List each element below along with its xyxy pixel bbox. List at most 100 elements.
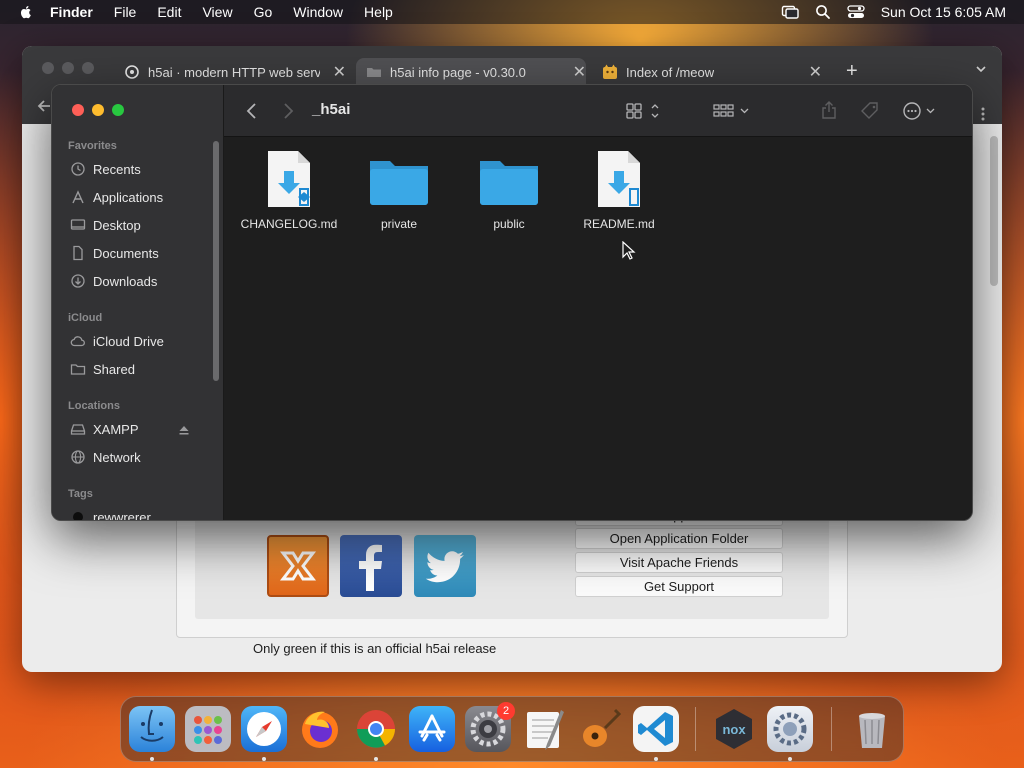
control-center-icon[interactable] (847, 4, 865, 20)
dock-running-indicator (654, 757, 658, 761)
group-by-icon[interactable] (713, 103, 751, 119)
browser-tab-h5ai-home[interactable]: h5ai · modern HTTP web serv ✕ (124, 58, 346, 86)
icon-view-grid-icon[interactable] (626, 103, 660, 119)
tab-close-icon[interactable]: ✕ (809, 62, 822, 82)
dock-vscode[interactable] (633, 706, 679, 752)
sidebar-item-shared[interactable]: Shared (70, 358, 135, 380)
dock-garageband[interactable] (577, 706, 623, 752)
file-item-changelog[interactable]: CHANGELOG.md (234, 149, 344, 231)
sidebar-item-label: Applications (93, 189, 164, 205)
sidebar-item-recents[interactable]: Recents (70, 158, 141, 180)
sidebar-item-desktop[interactable]: Desktop (70, 214, 141, 236)
get-support-button[interactable]: Get Support (575, 576, 783, 597)
menu-go[interactable]: Go (254, 0, 273, 24)
sidebar-scrollbar[interactable] (213, 141, 219, 381)
menu-clock[interactable]: Sun Oct 15 6:05 AM (881, 4, 1006, 20)
twitter-link[interactable] (414, 535, 476, 597)
tag-dot-icon (73, 512, 83, 520)
app-store-icon (418, 714, 446, 742)
apple-icon[interactable] (18, 4, 34, 20)
dock-app-store[interactable] (409, 706, 455, 752)
sidebar-item-downloads[interactable]: Downloads (70, 270, 157, 292)
desktop-icon (70, 219, 86, 230)
menu-app-name[interactable]: Finder (50, 0, 93, 24)
guitar-icon (583, 708, 622, 747)
drive-icon (70, 424, 86, 435)
forward-chevron-icon[interactable] (280, 101, 296, 121)
sidebar-item-label: Recents (93, 161, 141, 177)
sidebar-item-tag[interactable]: rewwrerer (70, 506, 151, 520)
folder-icon (370, 161, 428, 205)
file-item-readme[interactable]: README.md (564, 149, 674, 231)
file-item-private[interactable]: private (344, 149, 454, 231)
menu-edit[interactable]: Edit (157, 0, 181, 24)
eject-icon[interactable] (178, 424, 190, 436)
dock-trash[interactable] (849, 706, 895, 752)
open-application-folder-button[interactable]: Open Application Folder (575, 528, 783, 549)
dock-separator (695, 707, 696, 751)
menu-file[interactable]: File (114, 0, 137, 24)
sidebar-item-network[interactable]: Network (70, 446, 141, 468)
facebook-icon (359, 544, 382, 591)
browser-minimize-button[interactable] (62, 62, 74, 74)
tab-close-icon[interactable]: ✕ (333, 62, 346, 82)
sidebar-item-applications[interactable]: Applications (70, 186, 163, 208)
browser-zoom-button[interactable] (82, 62, 94, 74)
sidebar-item-label: XAMPP (93, 421, 139, 437)
facebook-link[interactable] (340, 535, 402, 597)
dock-nox[interactable]: nox (711, 706, 757, 752)
screen-mirroring-icon[interactable] (781, 4, 799, 20)
browser-menu-icon[interactable] (980, 106, 986, 122)
file-item-public[interactable]: public (454, 149, 564, 231)
new-tab-button[interactable]: + (846, 60, 858, 83)
browser-tab-index-meow[interactable]: Index of /meow ✕ (602, 58, 822, 86)
dock-settings[interactable] (767, 706, 813, 752)
finder-minimize-button[interactable] (92, 104, 104, 116)
tag-icon[interactable] (860, 101, 880, 121)
finder-zoom-button[interactable] (112, 104, 124, 116)
browser-back-icon[interactable] (36, 98, 52, 114)
dock-running-indicator (150, 757, 154, 761)
dock-launchpad[interactable] (185, 706, 231, 752)
dock-safari[interactable] (241, 706, 287, 752)
sidebar-item-documents[interactable]: Documents (70, 242, 159, 264)
menu-help[interactable]: Help (364, 0, 393, 24)
spotlight-search-icon[interactable] (815, 4, 831, 20)
dock-textedit[interactable] (521, 706, 567, 752)
finder-toolbar: _h5ai (224, 85, 972, 137)
dock-running-indicator (374, 757, 378, 761)
visit-apache-friends-button[interactable]: Visit Apache Friends (575, 552, 783, 573)
tab-list-chevron-icon[interactable] (974, 62, 988, 76)
sidebar-item-xampp[interactable]: XAMPP (70, 418, 139, 440)
vscode-icon (638, 712, 673, 746)
browser-close-button[interactable] (42, 62, 54, 74)
menu-view[interactable]: View (202, 0, 232, 24)
globe-icon (71, 450, 85, 464)
back-chevron-icon[interactable] (244, 101, 260, 121)
file-name: public (493, 217, 525, 231)
dock-system-preferences[interactable]: 2 (465, 702, 515, 752)
markdown-file-icon (268, 151, 310, 207)
share-icon[interactable] (821, 100, 837, 120)
dock: 2 nox (120, 696, 904, 762)
dock-firefox[interactable] (297, 706, 343, 752)
sidebar-item-icloud-drive[interactable]: iCloud Drive (70, 330, 164, 352)
dock-chrome[interactable] (353, 706, 399, 752)
finder-window-controls (72, 104, 124, 116)
folder-icon (367, 68, 381, 77)
shared-folder-icon (70, 364, 86, 375)
browser-tab-h5ai-info[interactable]: h5ai info page - v0.30.0 ✕ (356, 58, 586, 86)
more-actions-icon[interactable] (902, 101, 938, 121)
xampp-logo[interactable] (267, 535, 329, 597)
file-name: CHANGELOG.md (240, 217, 338, 231)
browser-scrollbar[interactable] (990, 136, 998, 286)
finder-close-button[interactable] (72, 104, 84, 116)
browser-tab-label: Index of /meow (626, 64, 715, 80)
tab-close-icon[interactable]: ✕ (573, 62, 586, 82)
launchpad-grid-icon (194, 716, 222, 744)
dock-finder[interactable] (129, 706, 175, 752)
sidebar-section-icloud: iCloud (68, 312, 103, 324)
xampp-panel: Go to Application Open Application Folde… (176, 505, 848, 638)
finder-window: Favorites Recents Applications Desktop D… (51, 84, 973, 521)
menu-window[interactable]: Window (293, 0, 343, 24)
